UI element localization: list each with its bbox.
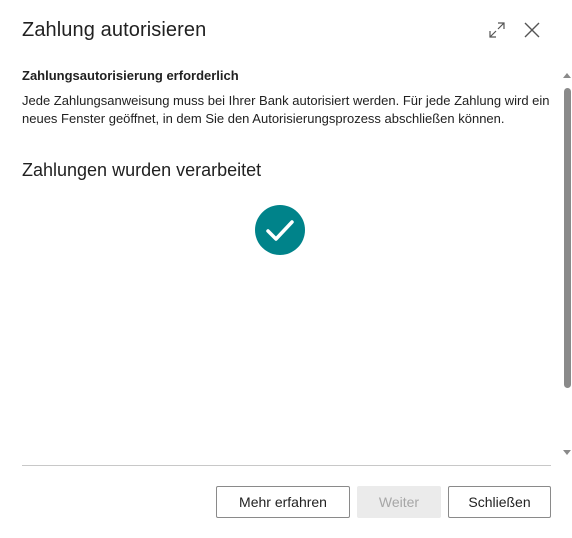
dialog-title: Zahlung autorisieren [22,19,207,41]
expand-button[interactable] [485,18,509,42]
next-button[interactable]: Weiter [357,486,441,518]
footer-divider [22,465,551,466]
scroll-down-icon[interactable] [563,448,571,456]
close-dialog-button[interactable]: Schließen [448,486,551,518]
vertical-scrollbar[interactable] [561,70,572,460]
description-text: Jede Zahlungsanweisung muss bei Ihrer Ba… [22,93,550,126]
subheading: Zahlungsautorisierung erforderlich [22,68,239,83]
expand-icon [489,22,505,38]
scroll-up-icon[interactable] [563,72,571,80]
close-icon [524,22,540,38]
status-heading: Zahlungen wurden verarbeitet [22,160,262,180]
close-button[interactable] [520,18,544,42]
dialog-content: Zahlungsautorisierung erforderlich Jede … [22,68,552,128]
checkmark-circle-icon [255,205,305,255]
scroll-thumb[interactable] [564,88,571,388]
payment-authorization-dialog: Zahlung autorisieren Zahlungsautorisieru… [0,0,572,538]
learn-more-button[interactable]: Mehr erfahren [216,486,350,518]
